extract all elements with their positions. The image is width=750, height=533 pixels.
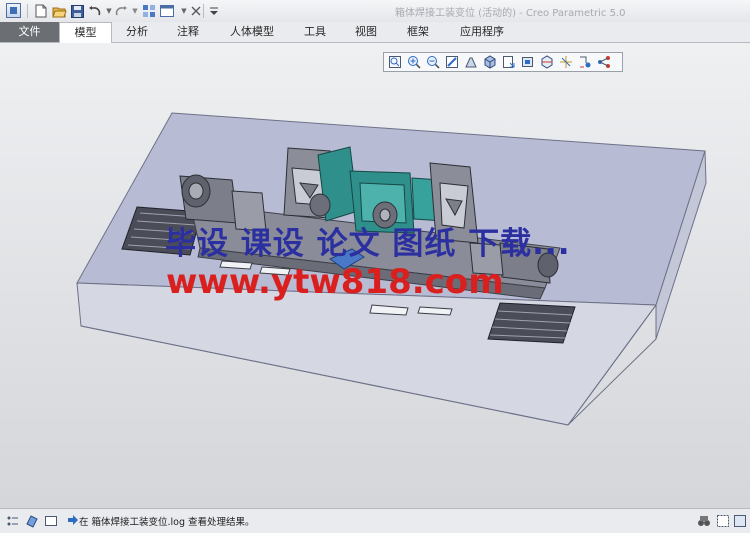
repaint-icon[interactable] [445,55,459,69]
window-title: 箱体焊接工装变位 (活动的) - Creo Parametric 5.0 [395,8,626,19]
separator [27,4,28,18]
tab-manikin[interactable]: 人体模型 [214,22,290,42]
app-icon[interactable] [6,3,21,18]
saved-orientations-icon[interactable] [502,55,516,69]
tab-framework[interactable]: 框架 [392,22,444,42]
view-toolbar [383,52,623,72]
datum-display-icon[interactable] [559,55,573,69]
find-icon[interactable] [697,514,711,528]
ribbon-tab-strip: 文件 模型 分析 注释 人体模型 工具 视图 框架 应用程序 [0,22,750,43]
refit-icon[interactable] [388,55,402,69]
close-window-icon[interactable] [188,3,204,19]
tab-view[interactable]: 视图 [340,22,392,42]
tab-tools[interactable]: 工具 [290,22,340,42]
tab-model[interactable]: 模型 [59,22,112,43]
zoom-out-icon[interactable] [426,55,440,69]
selection-filter-icon[interactable] [716,514,730,528]
window-icon[interactable] [159,3,175,19]
message-arrow-icon [68,515,78,525]
title-bar: ▼ ▼ ▼ 箱体焊接工装变位 (活动的) - Creo Parametric 5… [0,0,750,23]
section-icon[interactable] [540,55,554,69]
watermark-line2: www.ytw818.com [166,262,504,302]
watermark-line1: 毕设 课设 论文 图纸 下载... [165,226,571,262]
save-icon[interactable] [69,3,85,19]
tab-annotate[interactable]: 注释 [162,22,214,42]
customize-icon[interactable] [206,3,222,19]
annotation-display-icon[interactable] [597,55,611,69]
regenerate-icon[interactable] [141,3,157,19]
smart-filter-icon[interactable] [733,514,747,528]
fullscreen-icon[interactable] [44,514,58,528]
base-plate-side [76,282,657,426]
spin-center-icon[interactable] [578,55,592,69]
tab-file[interactable]: 文件 [0,22,59,42]
zoom-in-icon[interactable] [407,55,421,69]
status-bar: 在 箱体焊接工装变位.log 查看处理结果。 [0,508,750,533]
view-manager-icon[interactable] [521,55,535,69]
separator [203,4,204,18]
status-message: 在 箱体焊接工装变位.log 查看处理结果。 [79,517,255,528]
new-icon[interactable] [33,3,49,19]
tab-applications[interactable]: 应用程序 [444,22,520,42]
tab-analysis[interactable]: 分析 [112,22,162,42]
perspective-icon[interactable] [464,55,478,69]
model-tree-icon[interactable] [25,514,39,528]
open-icon[interactable] [51,3,67,19]
display-style-icon[interactable] [483,55,497,69]
nav-tree-toggle-icon[interactable] [6,514,20,528]
